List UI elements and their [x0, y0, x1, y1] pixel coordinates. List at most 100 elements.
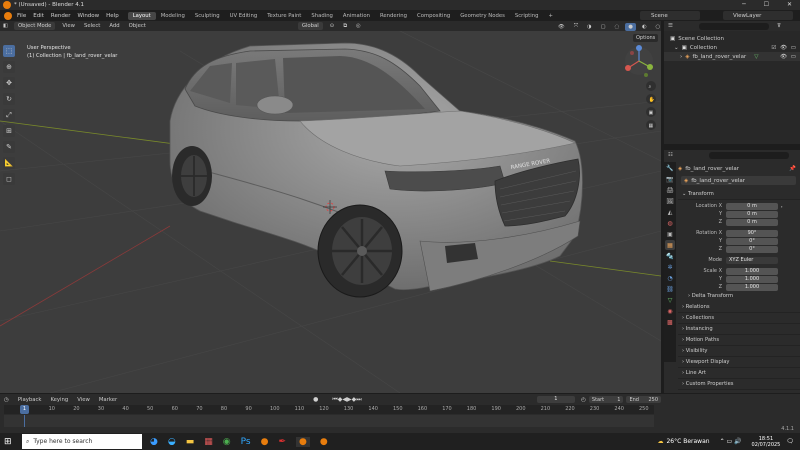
move-tool-icon[interactable]: ✥ — [3, 77, 15, 89]
copilot-icon[interactable]: ◕ — [150, 437, 158, 447]
tab-shading[interactable]: Shading — [306, 12, 338, 20]
viewport-display-section[interactable]: › Viewport Display — [678, 357, 800, 368]
navigation-gizmo[interactable] — [625, 45, 653, 77]
outliner-row-collection[interactable]: ⌄ ▣ Collection ☑ 👁 ▭ — [664, 43, 800, 52]
tab-rendering[interactable]: Rendering — [375, 12, 412, 20]
visibility-section[interactable]: › Visibility — [678, 346, 800, 357]
tab-geometry-nodes[interactable]: Geometry Nodes — [455, 12, 510, 20]
pivot-icon[interactable]: ⊙ — [327, 22, 337, 30]
tab-texture-paint[interactable]: Texture Paint — [262, 12, 306, 20]
timeline-editor-icon[interactable]: ◷ — [4, 397, 9, 403]
location-z-field[interactable]: 0 m — [726, 218, 778, 226]
instancing-section[interactable]: › Instancing — [678, 324, 800, 335]
blender-active-icon[interactable]: ● — [295, 436, 310, 447]
tab-animation[interactable]: Animation — [338, 12, 375, 20]
menu-view[interactable]: View — [59, 22, 78, 30]
outliner-row-object[interactable]: › ◈ fb_land_rover_velar ▽ 👁 ▭ — [664, 52, 800, 61]
data-tab-icon[interactable]: ▽ — [665, 295, 675, 305]
tab-uv-editing[interactable]: UV Editing — [225, 12, 263, 20]
store-icon[interactable]: ▦ — [204, 437, 213, 447]
options-dropdown[interactable]: Options — [633, 34, 659, 42]
tab-layout[interactable]: Layout — [127, 11, 156, 20]
overlay-icon[interactable]: ◑ — [584, 23, 595, 31]
file-explorer-icon[interactable]: ▬ — [186, 437, 195, 447]
proportional-edit-icon[interactable]: ◎ — [353, 22, 364, 30]
taskbar-search[interactable]: ⌕ Type here to search — [22, 434, 142, 449]
xray-icon[interactable]: ▢ — [598, 23, 609, 31]
texture-tab-icon[interactable]: ▩ — [665, 317, 675, 327]
delta-transform-section[interactable]: › Delta Transform — [684, 291, 800, 302]
scene-selector[interactable]: Scene — [640, 11, 700, 20]
playhead[interactable]: 1 — [20, 405, 29, 414]
3d-viewport[interactable]: RANGE ROVER ⌕ ✋ ▣ ▦ User Perspective (1)… — [0, 21, 661, 393]
viewlayer-selector[interactable]: ViewLayer — [723, 11, 793, 20]
end-frame-field[interactable]: End 250 — [626, 396, 661, 403]
expand-arrow-icon[interactable]: ⌄ — [674, 45, 679, 51]
outliner-row-scene-collection[interactable]: ▣ Scene Collection — [664, 34, 800, 43]
add-workspace-button[interactable]: + — [543, 12, 557, 20]
menu-window[interactable]: Window — [77, 13, 99, 19]
location-y-field[interactable]: 0 m — [726, 210, 778, 218]
menu-help[interactable]: Help — [106, 13, 119, 19]
measure-tool-icon[interactable]: 📐 — [3, 157, 15, 169]
windows-start-icon[interactable]: ⊞ — [4, 437, 18, 447]
rotate-tool-icon[interactable]: ↻ — [3, 93, 15, 105]
material-shading-icon[interactable]: ◐ — [639, 23, 650, 31]
keyframe-dot-icon[interactable]: ⬩ — [781, 204, 782, 209]
filter-icon[interactable]: ⊽ — [777, 23, 781, 29]
location-x-field[interactable]: 0 m — [726, 202, 778, 210]
menu-file[interactable]: File — [17, 13, 26, 19]
rotation-x-field[interactable]: 90° — [726, 229, 778, 237]
menu-object[interactable]: Object — [126, 22, 149, 30]
jump-end-icon[interactable]: ⏭ — [356, 396, 361, 404]
timeline-track-area[interactable] — [4, 415, 654, 427]
outliner-search-input[interactable] — [698, 22, 769, 30]
expand-arrow-icon[interactable]: › — [680, 54, 682, 60]
properties-editor-icon[interactable]: ☷ — [668, 152, 673, 158]
car-model[interactable]: RANGE ROVER — [169, 42, 583, 298]
blender-menu-icon[interactable] — [4, 11, 12, 20]
menu-add[interactable]: Add — [106, 22, 122, 30]
rendered-shading-icon[interactable]: ○ — [653, 23, 664, 31]
menu-marker[interactable]: Marker — [96, 396, 120, 404]
wireframe-shading-icon[interactable]: ◌ — [612, 23, 623, 31]
blender-taskbar-icon[interactable]: ● — [261, 437, 269, 447]
visibility-icon[interactable]: 👁 — [555, 23, 568, 31]
constraints-tab-icon[interactable]: ⛓ — [665, 284, 675, 294]
object-name-field[interactable]: ◈ fb_land_rover_velar — [681, 176, 796, 185]
pin-icon[interactable]: 📌 — [789, 166, 796, 172]
snap-icon[interactable]: ⧉ — [340, 22, 350, 31]
output-tab-icon[interactable]: 🖨 — [665, 185, 675, 195]
physics-tab-icon[interactable]: ◔ — [665, 273, 675, 283]
custom-properties-section[interactable]: › Custom Properties — [678, 379, 800, 390]
playback-controls[interactable]: ● ⏮ ◆ ◀ ▶ ◆ ⏭ — [313, 396, 362, 404]
material-tab-icon[interactable]: ◉ — [665, 306, 675, 316]
solid-shading-icon[interactable]: ● — [625, 22, 636, 31]
select-tool-icon[interactable]: ⬚ — [3, 45, 15, 57]
menu-render[interactable]: Render — [51, 13, 71, 19]
world-tab-icon[interactable]: ◍ — [665, 218, 675, 228]
tab-compositing[interactable]: Compositing — [412, 12, 455, 20]
gizmo-icon[interactable]: ⤧ — [571, 22, 581, 31]
weather-text[interactable]: 26°C Berawan — [666, 438, 709, 445]
menu-keying[interactable]: Keying — [47, 396, 71, 404]
view-layer-tab-icon[interactable]: 🖼 — [665, 196, 675, 206]
tab-sculpting[interactable]: Sculpting — [190, 12, 225, 20]
relations-section[interactable]: › Relations — [678, 302, 800, 313]
scale-tool-icon[interactable]: ⤢ — [3, 109, 15, 121]
scene-tab-icon[interactable]: ◭ — [665, 207, 675, 217]
collections-section[interactable]: › Collections — [678, 313, 800, 324]
window-controls[interactable]: ─ ☐ ✕ — [742, 1, 792, 8]
line-art-section[interactable]: › Line Art — [678, 368, 800, 379]
scale-z-field[interactable]: 1.000 — [726, 283, 778, 291]
tab-scripting[interactable]: Scripting — [510, 12, 544, 20]
outliner-editor-icon[interactable]: ☰ — [668, 23, 673, 29]
scale-y-field[interactable]: 1.000 — [726, 275, 778, 283]
chrome-icon[interactable]: ◉ — [223, 437, 231, 447]
frame-ruler[interactable]: 1 11020304050607080901001101201301401501… — [4, 405, 654, 414]
photoshop-icon[interactable]: Ps — [241, 437, 251, 447]
current-frame-field[interactable]: 1 — [536, 396, 576, 403]
collection-tab-icon[interactable]: ▣ — [665, 229, 675, 239]
annotate-tool-icon[interactable]: ✎ — [3, 141, 15, 153]
rotation-y-field[interactable]: 0° — [726, 237, 778, 245]
